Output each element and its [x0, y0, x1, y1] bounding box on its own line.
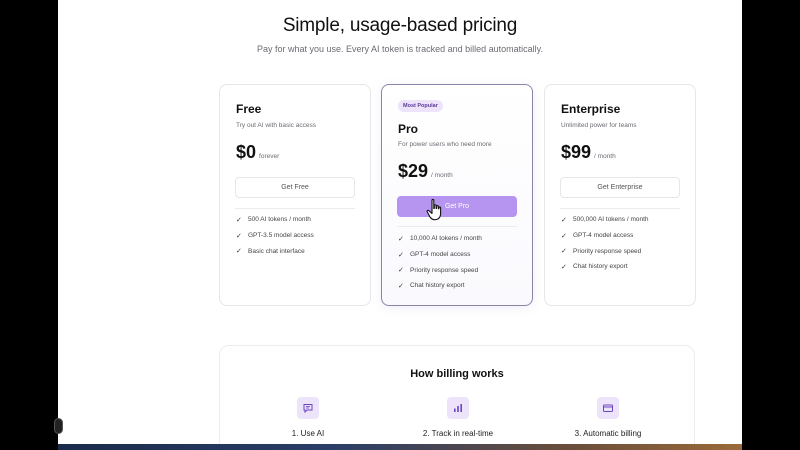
step-label: 1. Use AI	[291, 429, 325, 438]
most-popular-badge: Most Popular	[398, 100, 443, 112]
check-icon: ✓	[398, 235, 404, 243]
get-enterprise-button[interactable]: Get Enterprise	[560, 177, 680, 198]
feature-item: ✓ Chat history export	[561, 263, 628, 271]
plan-price: $29	[398, 161, 429, 181]
check-icon: ✓	[398, 251, 404, 259]
feature-item: ✓ GPT-4 model access	[398, 251, 471, 259]
pricing-page: Simple, usage-based pricing Pay for what…	[58, 0, 742, 444]
feature-item: ✓ 10,000 AI tokens / month	[398, 235, 482, 243]
page-subtitle: Pay for what you use. Every AI token is …	[257, 44, 543, 54]
plan-period: forever	[259, 153, 280, 160]
hand-pointer-icon	[426, 198, 442, 221]
chat-icon	[297, 397, 319, 419]
plan-card-pro: Most Popular Pro For power users who nee…	[381, 84, 533, 306]
plan-period: / month	[431, 172, 453, 179]
step-label: 3. Automatic billing	[574, 429, 642, 438]
plan-price-row: $0 forever	[236, 142, 279, 163]
plan-description: Unlimited power for teams	[561, 122, 637, 129]
plan-price-row: $99/ month	[561, 142, 616, 163]
plan-price: $99	[561, 142, 592, 162]
feature-item: ✓ 500,000 AI tokens / month	[561, 216, 649, 224]
billing-step-automatic: 3. Automatic billing	[548, 397, 668, 438]
plan-name: Enterprise	[561, 102, 621, 116]
feature-item: ✓ GPT-3.5 model access	[236, 232, 314, 240]
billing-section: How billing works 1. Use AI 2. Track in …	[219, 345, 695, 444]
divider	[235, 208, 355, 209]
billing-title: How billing works	[410, 368, 504, 380]
bar-chart-icon	[447, 397, 469, 419]
scroll-handle[interactable]	[54, 418, 63, 434]
check-icon: ✓	[398, 282, 404, 290]
check-icon: ✓	[236, 232, 242, 240]
get-free-button[interactable]: Get Free	[235, 177, 355, 198]
feature-item: ✓ GPT-4 model access	[561, 232, 634, 240]
plan-price: $0	[236, 142, 257, 162]
feature-item: ✓ 500 AI tokens / month	[236, 216, 311, 224]
check-icon: ✓	[236, 248, 242, 256]
plan-description: For power users who need more	[398, 141, 492, 148]
page-title: Simple, usage-based pricing	[282, 15, 518, 36]
check-icon: ✓	[236, 216, 242, 224]
feature-list: ✓ 500 AI tokens / month ✓ GPT-3.5 model ac…	[236, 212, 314, 259]
credit-card-icon	[597, 397, 619, 419]
feature-list: ✓ 10,000 AI tokens / month ✓ GPT-4 model a…	[398, 231, 482, 294]
check-icon: ✓	[561, 248, 567, 256]
get-pro-button[interactable]: Get Pro	[397, 196, 517, 217]
billing-step-track: 2. Track in real-time	[398, 397, 518, 438]
feature-item: ✓ Priority response speed	[561, 247, 642, 256]
feature-item: ✓ Chat history export	[398, 282, 465, 290]
check-icon: ✓	[561, 263, 567, 271]
plan-name: Pro	[398, 122, 419, 136]
divider	[560, 208, 680, 209]
divider	[397, 226, 517, 227]
feature-item: ✓ Basic chat interface	[236, 247, 305, 256]
check-icon: ✓	[398, 267, 404, 275]
plan-description: Try out AI with basic access	[236, 122, 316, 129]
plan-period: / month	[594, 153, 616, 160]
plan-name: Free	[236, 102, 262, 116]
plan-card-free: Free Try out AI with basic access $0 fore…	[219, 84, 371, 306]
feature-list: ✓ 500,000 AI tokens / month ✓ GPT-4 model …	[561, 212, 649, 275]
check-icon: ✓	[561, 232, 567, 240]
desktop-taskbar	[58, 444, 742, 450]
check-icon: ✓	[561, 216, 567, 224]
billing-step-use-ai: 1. Use AI	[248, 397, 368, 438]
step-label: 2. Track in real-time	[422, 429, 494, 438]
plan-card-enterprise: Enterprise Unlimited power for teams $99…	[544, 84, 696, 306]
plan-price-row: $29/ month	[398, 161, 453, 182]
feature-item: ✓ Priority response speed	[398, 266, 479, 275]
